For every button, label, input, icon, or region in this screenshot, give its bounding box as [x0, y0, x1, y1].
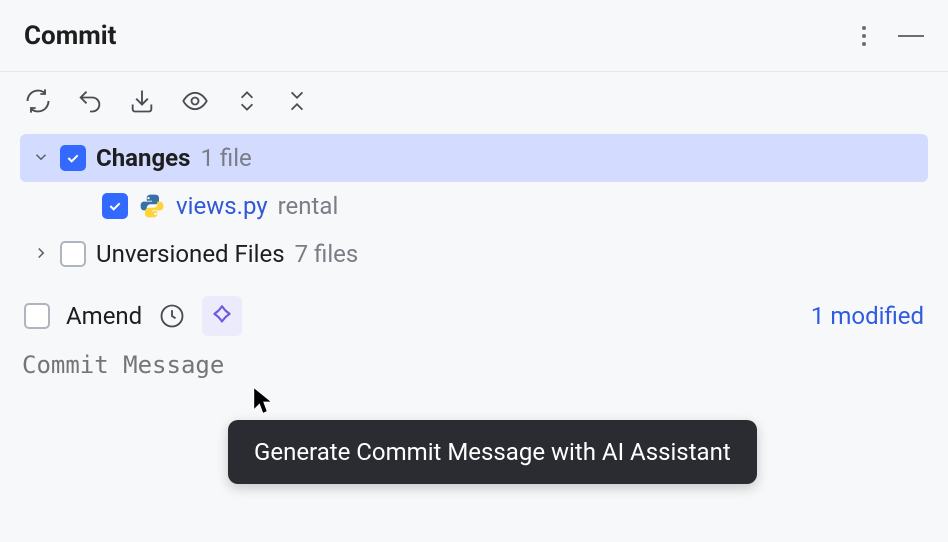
file-checkbox[interactable] [102, 193, 128, 219]
rollback-icon[interactable] [76, 87, 104, 115]
commit-message-input[interactable] [20, 350, 928, 380]
unversioned-checkbox[interactable] [60, 241, 86, 267]
tree-node-changes[interactable]: Changes 1 file [20, 134, 928, 182]
show-diff-icon[interactable] [180, 87, 210, 115]
file-directory: rental [278, 192, 339, 220]
unversioned-label: Unversioned Files [96, 240, 285, 268]
collapse-all-icon[interactable] [284, 86, 310, 116]
ai-tooltip: Generate Commit Message with AI Assistan… [228, 420, 757, 484]
python-file-icon [138, 192, 166, 220]
unversioned-count: 7 files [295, 240, 359, 268]
changes-count: 1 file [200, 144, 251, 172]
chevron-right-icon[interactable] [32, 240, 50, 268]
mouse-cursor-icon [252, 386, 276, 420]
expand-all-icon[interactable] [234, 86, 260, 116]
chevron-down-icon[interactable] [32, 144, 50, 172]
changes-label: Changes [96, 144, 190, 172]
panel-title: Commit [24, 21, 856, 51]
amend-checkbox[interactable] [24, 303, 50, 329]
ai-generate-icon[interactable] [202, 296, 242, 336]
refresh-icon[interactable] [24, 87, 52, 115]
minimize-icon[interactable] [898, 35, 924, 37]
file-name: views.py [176, 192, 268, 220]
amend-label: Amend [66, 302, 142, 330]
more-options-icon[interactable] [856, 20, 872, 52]
tree-node-file[interactable]: views.py rental [20, 182, 928, 230]
changes-checkbox[interactable] [60, 145, 86, 171]
history-icon[interactable] [158, 302, 186, 330]
shelve-icon[interactable] [128, 87, 156, 115]
tree-node-unversioned[interactable]: Unversioned Files 7 files [20, 230, 928, 278]
modified-count[interactable]: 1 modified [811, 302, 924, 330]
